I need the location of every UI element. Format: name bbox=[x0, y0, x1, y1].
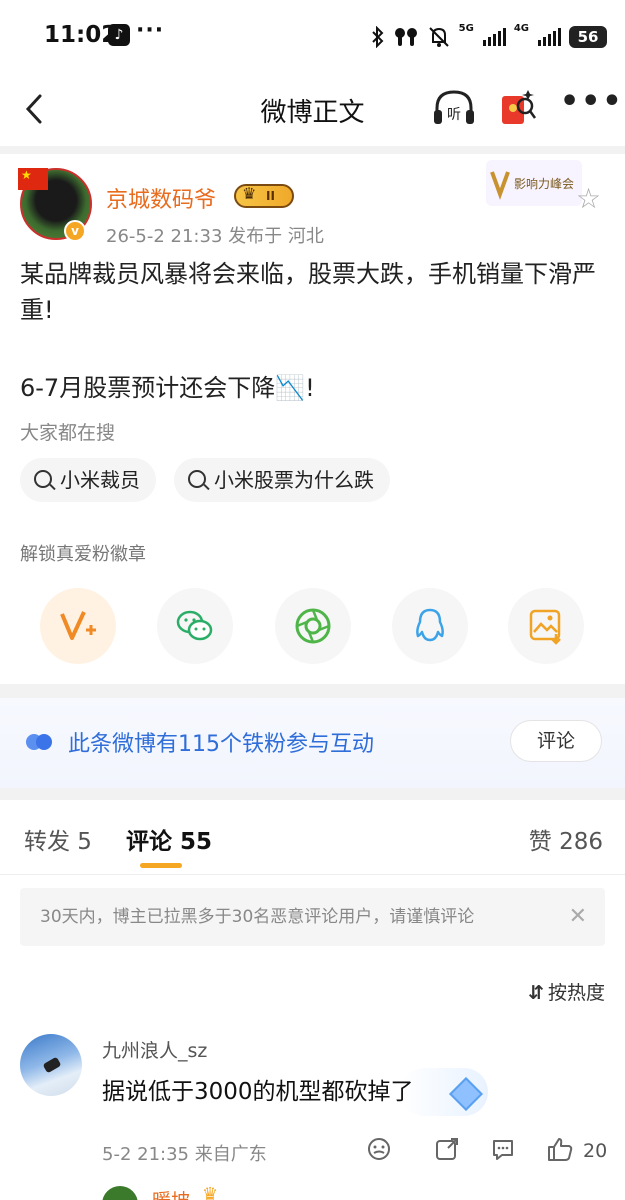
wechat-icon bbox=[176, 610, 213, 641]
mute-icon bbox=[428, 27, 449, 47]
search-icon bbox=[188, 470, 206, 488]
svg-text:听: 听 bbox=[447, 107, 461, 123]
comment-like-count: 20 bbox=[583, 1140, 608, 1162]
share-moments-button[interactable] bbox=[275, 588, 351, 664]
active-tab-indicator bbox=[140, 863, 182, 868]
next-commenter-avatar[interactable] bbox=[102, 1186, 138, 1200]
crown-icon: ♛ bbox=[202, 1184, 219, 1200]
more-notifications-icon: ··· bbox=[136, 18, 165, 43]
share-comment-icon[interactable] bbox=[434, 1136, 460, 1162]
search-chip[interactable]: 小米裁员 bbox=[20, 458, 156, 502]
reply-comment-icon[interactable] bbox=[490, 1136, 516, 1162]
tab-divider bbox=[0, 874, 625, 875]
signal-4g-icon bbox=[538, 28, 561, 46]
moments-icon bbox=[295, 608, 331, 644]
sort-label: 按热度 bbox=[547, 982, 605, 1004]
comment-meta: 5-2 21:35 来自广东 bbox=[102, 1144, 267, 1165]
post-line-1: 某品牌裁员风暴将会来临，股票大跌，手机销量下滑严 bbox=[20, 260, 596, 288]
comment-notice-text: 30天内，博主已拉黑多于30名恶意评论用户，请谨慎评论 bbox=[40, 907, 475, 927]
network-5g-label: 5G bbox=[458, 23, 474, 34]
iron-fans-text[interactable]: 此条微博有115个铁粉参与互动 bbox=[68, 726, 374, 758]
qq-icon bbox=[416, 608, 444, 642]
sort-icon: ⇵ bbox=[528, 982, 544, 1004]
top-nav-bar: 微博正文 听 ••• bbox=[0, 72, 625, 146]
status-bar: 11:02 ♪ ··· 5G 4G 56 bbox=[0, 0, 625, 72]
influence-badge-label: 影响力峰会 bbox=[514, 176, 574, 191]
section-divider bbox=[0, 788, 625, 800]
close-icon[interactable]: ✕ bbox=[569, 888, 587, 946]
comment-text: 据说低于3000的机型都砍掉了 bbox=[102, 1079, 414, 1105]
bluetooth-icon bbox=[371, 26, 384, 48]
tab-comment[interactable]: 评论 55 bbox=[126, 822, 212, 856]
status-icons: 5G 4G 56 bbox=[371, 24, 607, 50]
verified-badge-icon: v bbox=[64, 220, 86, 242]
more-options-icon[interactable]: ••• bbox=[560, 84, 624, 119]
commenter-avatar[interactable] bbox=[20, 1034, 82, 1096]
post-line-2: 重! bbox=[20, 296, 54, 324]
share-wechat-button[interactable] bbox=[157, 588, 233, 664]
unlock-fan-badge-label: 解锁真爱粉徽章 bbox=[20, 544, 146, 565]
section-divider bbox=[0, 146, 625, 154]
status-time: 11:02 bbox=[44, 22, 118, 48]
signal-5g-icon bbox=[482, 28, 506, 46]
tab-like[interactable]: 赞 286 bbox=[529, 822, 603, 856]
trending-search-label: 大家都在搜 bbox=[20, 422, 116, 444]
search-chip[interactable]: 小米股票为什么跌 bbox=[174, 458, 390, 502]
battery-indicator: 56 bbox=[569, 26, 607, 48]
author-username[interactable]: 京城数码爷 bbox=[106, 182, 216, 214]
comment-button[interactable]: 评论 bbox=[510, 720, 602, 762]
save-image-button[interactable] bbox=[508, 588, 584, 664]
section-divider bbox=[0, 684, 625, 698]
influence-summit-badge-icon: 影响力峰会 bbox=[486, 160, 582, 206]
save-image-icon bbox=[529, 609, 561, 645]
share-qq-button[interactable] bbox=[392, 588, 468, 664]
favorite-star-icon[interactable]: ☆ bbox=[576, 182, 601, 215]
next-commenter-username[interactable]: 暖坡 bbox=[152, 1186, 190, 1200]
like-thumb-icon[interactable] bbox=[546, 1136, 574, 1162]
red-packet-search-icon[interactable] bbox=[498, 86, 538, 130]
post-line-3: 6-7月股票预计还会下降📉! bbox=[20, 374, 315, 402]
network-4g-label: 4G bbox=[513, 23, 529, 34]
tiktok-notification-icon: ♪ bbox=[108, 24, 130, 46]
sort-by-heat[interactable]: ⇵ 按热度 bbox=[528, 978, 605, 1005]
v-plus-icon bbox=[60, 611, 96, 640]
tab-repost[interactable]: 转发 5 bbox=[24, 822, 92, 856]
comment-notice: 30天内，博主已拉黑多于30名恶意评论用户，请谨慎评论 ✕ bbox=[20, 888, 605, 946]
fan-rank-badge[interactable]: II bbox=[234, 184, 294, 208]
search-chip-label: 小米股票为什么跌 bbox=[214, 468, 374, 492]
fans-interaction-bar: 此条微博有115个铁粉参与互动 评论 bbox=[0, 698, 625, 788]
commenter-username[interactable]: 九州浪人_sz bbox=[102, 1036, 207, 1063]
post-meta: 26-5-2 21:33 发布于 河北 bbox=[106, 226, 324, 247]
emoji-react-icon[interactable] bbox=[366, 1136, 392, 1162]
listen-headphones-icon[interactable]: 听 bbox=[431, 86, 477, 130]
post-body: 某品牌裁员风暴将会来临，股票大跌，手机销量下滑严 重! bbox=[20, 256, 610, 328]
earbuds-icon bbox=[394, 28, 417, 46]
v-plus-button[interactable] bbox=[40, 588, 116, 664]
iron-fans-icon bbox=[26, 734, 52, 750]
search-chip-label: 小米裁员 bbox=[60, 468, 140, 492]
china-flag-icon bbox=[18, 168, 48, 190]
search-icon bbox=[34, 470, 52, 488]
